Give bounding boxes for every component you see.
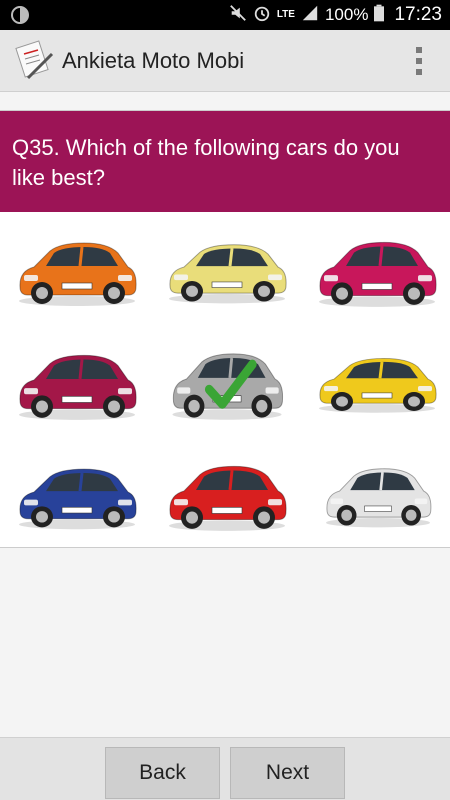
car-option-9[interactable]: [318, 452, 438, 532]
battery-icon: [374, 4, 385, 27]
car-image: [169, 465, 287, 531]
battery-level: 100%: [324, 5, 369, 24]
question-text: Q35. Which of the following cars do you …: [0, 111, 450, 212]
clock: 17:23: [394, 4, 442, 25]
status-bar: LTE 100% 17:23: [0, 0, 450, 30]
car-option-3[interactable]: [310, 224, 444, 312]
mute-icon: [229, 4, 247, 27]
car-image-selected: [172, 353, 284, 420]
back-button[interactable]: Back: [105, 747, 220, 799]
overflow-menu-icon[interactable]: [416, 47, 422, 75]
car-option-7[interactable]: [10, 452, 144, 534]
app-title: Ankieta Moto Mobi: [62, 48, 245, 73]
car-option-4[interactable]: [10, 337, 144, 425]
notification-icon: [10, 5, 30, 25]
car-image: [19, 354, 137, 420]
car-option-8[interactable]: [160, 448, 294, 536]
alarm-icon: [253, 4, 271, 27]
action-bar: Ankieta Moto Mobi: [0, 30, 450, 92]
car-option-6[interactable]: [310, 343, 444, 417]
app-logo-icon: [14, 40, 56, 82]
car-image: [169, 244, 287, 304]
car-image: [19, 242, 137, 306]
signal-icon: [301, 4, 319, 27]
next-button[interactable]: Next: [230, 747, 345, 799]
car-options-grid: [0, 212, 450, 549]
car-option-1[interactable]: [10, 225, 144, 311]
car-option-5[interactable]: [164, 335, 290, 425]
car-image: [319, 241, 437, 307]
network-type: LTE: [276, 9, 295, 20]
navigation-bar: Back Next: [0, 737, 450, 800]
car-image: [19, 468, 137, 530]
survey-card: Q35. Which of the following cars do you …: [0, 110, 450, 548]
car-image: [319, 358, 437, 413]
car-option-2[interactable]: [160, 228, 294, 308]
car-image: [326, 468, 432, 528]
